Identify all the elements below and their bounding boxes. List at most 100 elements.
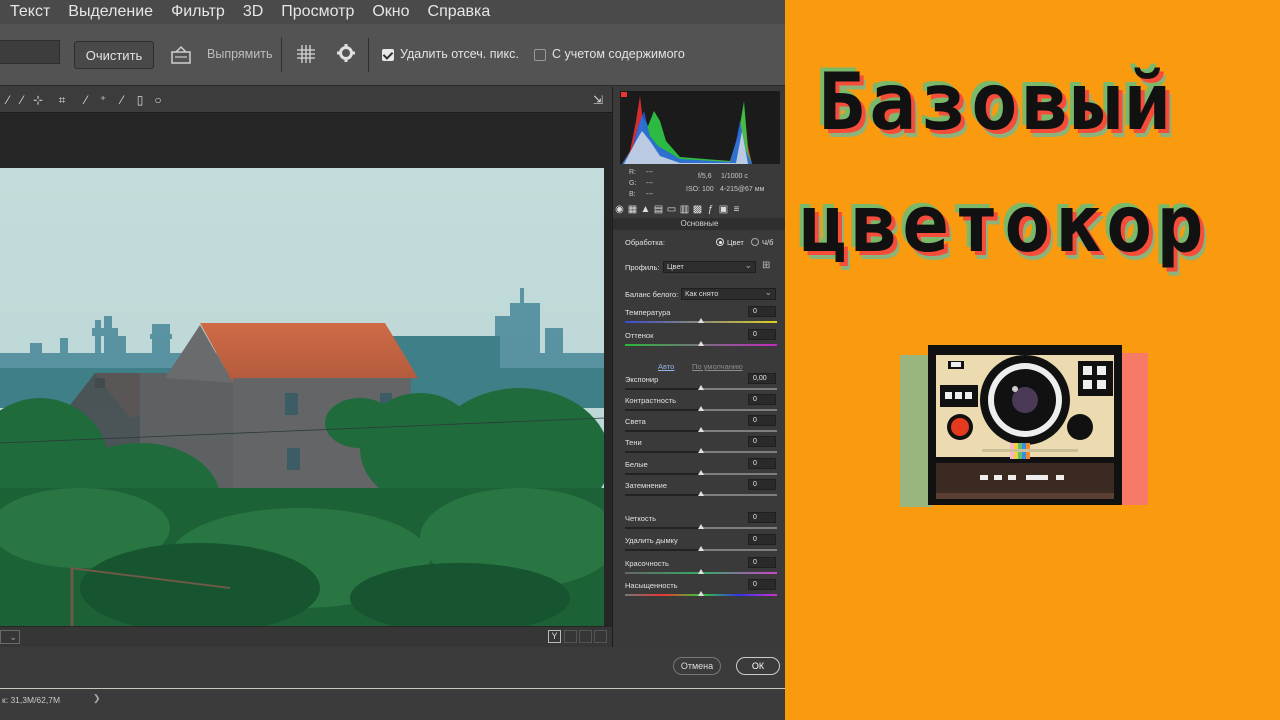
- blacks-slider[interactable]: [625, 491, 777, 496]
- slider-thumb[interactable]: [698, 591, 704, 596]
- saturation-slider[interactable]: [625, 591, 777, 596]
- camera-raw-dialog: ⁄ ⁄ ⊹ ⌗ ⁄ ⁺ ⁄ ▯ ○ ⇲ ⌄ Y R: --- G: --- B:…: [0, 87, 785, 687]
- swap-view-icon[interactable]: [564, 630, 577, 643]
- status-arrow-icon[interactable]: ❯: [93, 693, 101, 704]
- spot-removal-icon[interactable]: ⁺: [95, 92, 111, 108]
- content-aware-checkbox[interactable]: [534, 49, 546, 61]
- slider-value[interactable]: 0: [748, 415, 776, 426]
- highlights-slider[interactable]: [625, 427, 777, 432]
- open-fullscreen-icon[interactable]: ⇲: [590, 92, 606, 108]
- straighten-label[interactable]: Выпрямить: [207, 47, 273, 61]
- slider-value[interactable]: 0: [748, 394, 776, 405]
- slider-thumb[interactable]: [698, 385, 704, 390]
- divider: [281, 38, 282, 72]
- default-link[interactable]: По умолчанию: [692, 362, 743, 371]
- contrast-slider[interactable]: [625, 406, 777, 411]
- slider-thumb[interactable]: [698, 470, 704, 475]
- fx-tab-icon[interactable]: ƒ: [704, 203, 717, 217]
- b-label: B:: [629, 191, 636, 198]
- polaroid-camera-icon: [900, 345, 1148, 507]
- slider-thumb[interactable]: [698, 406, 704, 411]
- slider-value[interactable]: 0: [748, 458, 776, 469]
- slider-value[interactable]: 0,00: [748, 373, 776, 384]
- menu-view[interactable]: Просмотр: [281, 3, 354, 21]
- profile-browser-icon[interactable]: ⊞: [762, 260, 770, 271]
- target-adjust-icon[interactable]: ⊹: [30, 92, 46, 108]
- zoom-dropdown[interactable]: ⌄: [0, 630, 20, 644]
- slider-thumb[interactable]: [698, 427, 704, 432]
- image-preview[interactable]: [0, 114, 612, 627]
- vibrance-slider[interactable]: [625, 569, 777, 574]
- presets-tab-icon[interactable]: ≡: [730, 203, 743, 217]
- menu-3d[interactable]: 3D: [243, 3, 263, 21]
- delete-cropped-label: Удалить отсеч. пикс.: [400, 47, 519, 61]
- slider-thumb[interactable]: [698, 491, 704, 496]
- clarity-slider[interactable]: [625, 524, 777, 529]
- split-tone-tab-icon[interactable]: ▭: [665, 203, 678, 217]
- slider-thumb[interactable]: [698, 524, 704, 529]
- slider-value[interactable]: 0: [748, 306, 776, 317]
- slider-thumb[interactable]: [698, 569, 704, 574]
- color-sampler-icon[interactable]: ⁄: [14, 92, 30, 108]
- slider-thumb[interactable]: [698, 546, 704, 551]
- wb-dropdown[interactable]: Как снято: [681, 287, 776, 300]
- slider-label: Экспонир: [625, 375, 659, 384]
- temperature-slider[interactable]: [625, 318, 777, 323]
- slider-value[interactable]: 0: [748, 557, 776, 568]
- detail-tab-icon[interactable]: ▲: [639, 203, 652, 217]
- clear-button[interactable]: Очистить: [74, 41, 154, 69]
- calibration-tab-icon[interactable]: ▣: [717, 203, 730, 217]
- menu-filter[interactable]: Фильтр: [171, 3, 225, 21]
- brush-icon[interactable]: ⁄: [114, 92, 130, 108]
- dehaze-slider[interactable]: [625, 546, 777, 551]
- straighten-icon[interactable]: [170, 43, 192, 65]
- divider: [368, 38, 369, 72]
- ok-button[interactable]: ОК: [736, 657, 780, 675]
- slider-thumb[interactable]: [698, 448, 704, 453]
- slider-value[interactable]: 0: [748, 479, 776, 490]
- toggle-view-icon[interactable]: [594, 630, 607, 643]
- straighten-tool-icon[interactable]: ⁄: [78, 92, 94, 108]
- slider-value[interactable]: 0: [748, 512, 776, 523]
- slider-label: Удалить дымку: [625, 536, 678, 545]
- menu-help[interactable]: Справка: [428, 3, 491, 21]
- effects-tab-icon[interactable]: ▩: [691, 203, 704, 217]
- tint-slider[interactable]: [625, 341, 777, 346]
- delete-cropped-checkbox[interactable]: [382, 49, 394, 61]
- gear-icon[interactable]: [336, 43, 356, 63]
- ratio-input[interactable]: [0, 40, 60, 64]
- slider-thumb[interactable]: [698, 341, 704, 346]
- processing-label: Обработка:: [625, 238, 665, 247]
- grid-overlay-icon[interactable]: [296, 44, 316, 64]
- profile-dropdown[interactable]: Цвет: [663, 260, 756, 273]
- exposure-slider[interactable]: [625, 385, 777, 390]
- hsl-tab-icon[interactable]: ▤: [652, 203, 665, 217]
- slider-value[interactable]: 0: [748, 579, 776, 590]
- lens: 4-215@67 мм: [720, 186, 765, 193]
- bw-radio[interactable]: [751, 238, 759, 246]
- slider-value[interactable]: 0: [748, 436, 776, 447]
- menu-select[interactable]: Выделение: [68, 3, 153, 21]
- whites-slider[interactable]: [625, 470, 777, 475]
- tone-curve-tab-icon[interactable]: ▦: [626, 203, 639, 217]
- slider-thumb[interactable]: [698, 318, 704, 323]
- cancel-button[interactable]: Отмена: [673, 657, 721, 675]
- thumbnail-canvas: Текст Выделение Фильтр 3D Просмотр Окно …: [0, 0, 1280, 720]
- menu-window[interactable]: Окно: [372, 3, 409, 21]
- adjustments-panel: R: --- G: --- B: --- f/5,6 1/1000 с ISO:…: [612, 87, 785, 647]
- lens-tab-icon[interactable]: ▥: [678, 203, 691, 217]
- menu-text[interactable]: Текст: [10, 3, 50, 21]
- slider-label: Света: [625, 417, 646, 426]
- before-after-button[interactable]: Y: [548, 630, 561, 643]
- gradient-filter-icon[interactable]: ▯: [132, 92, 148, 108]
- g-value: ---: [646, 180, 653, 187]
- crop-icon[interactable]: ⌗: [54, 92, 70, 108]
- color-radio[interactable]: [716, 238, 724, 246]
- copy-settings-icon[interactable]: [579, 630, 592, 643]
- shadows-slider[interactable]: [625, 448, 777, 453]
- auto-link[interactable]: Авто: [658, 362, 674, 371]
- slider-value[interactable]: 0: [748, 329, 776, 340]
- basic-tab-icon[interactable]: ◉: [613, 203, 626, 217]
- radial-filter-icon[interactable]: ○: [150, 92, 166, 108]
- slider-value[interactable]: 0: [748, 534, 776, 545]
